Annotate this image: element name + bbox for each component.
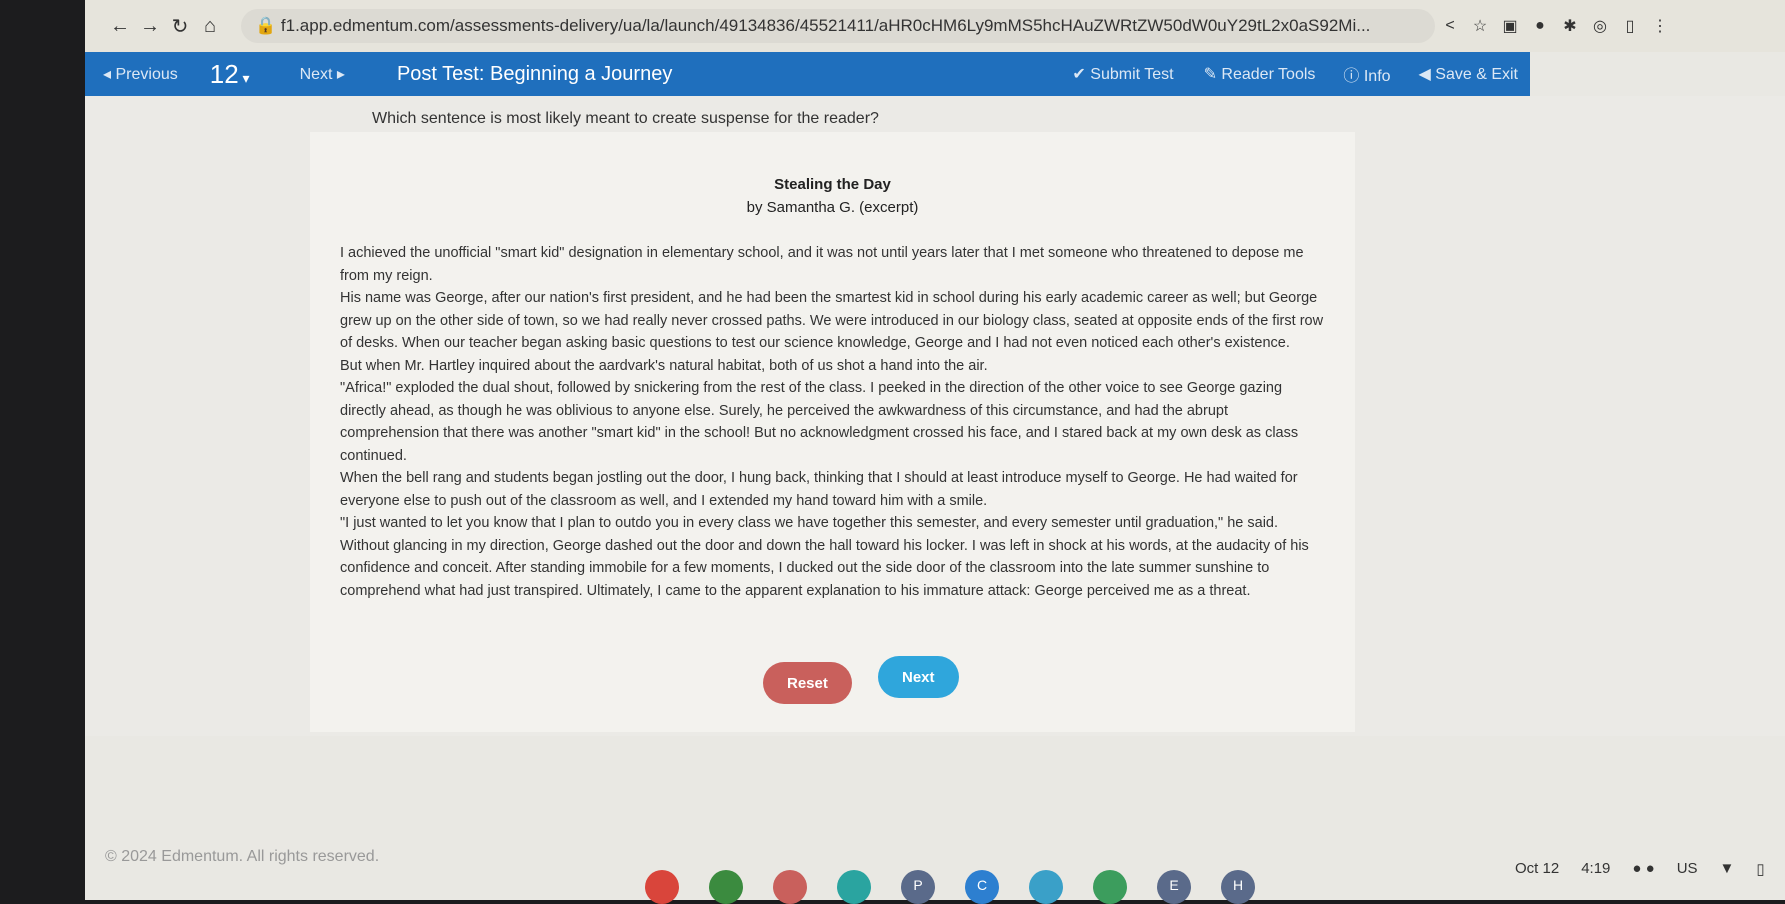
passage-author: by Samantha G. (excerpt) xyxy=(746,199,919,216)
play-store-icon[interactable] xyxy=(1093,870,1127,904)
submit-label: Submit Test xyxy=(1090,66,1174,83)
chrome-app-icon[interactable] xyxy=(645,870,679,904)
sentence-option[interactable]: His name was George, after our nation's … xyxy=(340,287,1325,355)
reader-tools-button[interactable]: ✎ Reader Tools xyxy=(1204,64,1316,84)
info-icon: ⓘ xyxy=(1343,68,1364,85)
screen: ← → ↻ ⌂ 🔒 f1.app.edmentum.com/assessment… xyxy=(85,0,1785,904)
passage-panel: Stealing the Day by Samantha G. (excerpt… xyxy=(310,132,1355,732)
copyright-footer: © 2024 Edmentum. All rights reserved. xyxy=(105,848,380,865)
c-app-icon[interactable]: C xyxy=(965,870,999,904)
puzzle-icon[interactable]: ✱ xyxy=(1555,16,1585,36)
app-icon[interactable] xyxy=(1029,870,1063,904)
sentence-option[interactable]: Without glancing in my direction, George… xyxy=(340,535,1325,603)
input-locale: US xyxy=(1676,860,1698,877)
menu-icon[interactable]: ⋮ xyxy=(1645,16,1675,36)
lock-icon: 🔒 xyxy=(255,16,281,35)
reload-icon[interactable]: ↻ xyxy=(165,14,195,39)
check-icon: ✔ xyxy=(1072,66,1091,83)
sentence-option[interactable]: "Africa!" exploded the dual shout, follo… xyxy=(340,377,1325,467)
info-button[interactable]: ⓘ Info xyxy=(1343,62,1390,86)
sidepanel-icon[interactable]: ▯ xyxy=(1615,16,1645,36)
browser-chrome: ← → ↻ ⌂ 🔒 f1.app.edmentum.com/assessment… xyxy=(85,0,1785,52)
chevron-down-icon: ▾ xyxy=(238,69,250,86)
reader-tools-label: Reader Tools xyxy=(1221,66,1316,83)
reset-button[interactable]: Reset xyxy=(763,662,852,704)
extension-icon[interactable]: ● xyxy=(1525,17,1555,35)
notification-icon: ● ● xyxy=(1632,860,1655,877)
question-selector[interactable]: 12 ▾ xyxy=(210,59,250,90)
pen-icon: ✎ xyxy=(1203,66,1222,83)
previous-label: Previous xyxy=(115,66,178,83)
clock: 4:19 xyxy=(1581,860,1611,877)
app-icon[interactable] xyxy=(773,870,807,904)
next-button[interactable]: Next xyxy=(878,656,959,698)
url-text: f1.app.edmentum.com/assessments-delivery… xyxy=(280,16,1371,35)
test-toolbar: ◂ Previous 12 ▾ Next ▸ Post Test: Beginn… xyxy=(85,52,1530,96)
save-exit-label: Save & Exit xyxy=(1435,66,1518,83)
content-area: Which sentence is most likely meant to c… xyxy=(85,96,1785,736)
test-title: Post Test: Beginning a Journey xyxy=(396,62,673,85)
next-nav-button[interactable]: Next ▸ xyxy=(300,64,345,84)
home-icon[interactable]: ⌂ xyxy=(195,15,225,38)
battery-icon: ▯ xyxy=(1756,861,1765,878)
passage-body: I achieved the unofficial "smart kid" de… xyxy=(340,242,1325,602)
speaker-icon: ◀ xyxy=(1418,66,1436,83)
address-bar[interactable]: 🔒 f1.app.edmentum.com/assessments-delive… xyxy=(241,9,1435,43)
forward-icon[interactable]: → xyxy=(135,15,165,38)
share-icon[interactable]: < xyxy=(1435,17,1465,35)
question-prompt: Which sentence is most likely meant to c… xyxy=(372,110,879,127)
info-label: Info xyxy=(1363,68,1391,85)
classroom-app-icon[interactable] xyxy=(837,870,871,904)
submit-test-button[interactable]: ✔ Submit Test xyxy=(1072,64,1173,84)
sentence-option[interactable]: When the bell rang and students began jo… xyxy=(340,467,1325,512)
system-tray[interactable]: Oct 12 4:19 ● ● US ▼ ▯ xyxy=(1515,860,1765,878)
wifi-icon: ▼ xyxy=(1719,860,1735,877)
back-icon[interactable]: ← xyxy=(105,15,135,38)
download-icon[interactable]: ◎ xyxy=(1585,16,1615,36)
next-label: Next xyxy=(299,66,333,83)
star-icon[interactable]: ☆ xyxy=(1465,16,1495,36)
drive-app-icon[interactable] xyxy=(709,870,743,904)
e-app-icon[interactable]: E xyxy=(1157,870,1191,904)
date: Oct 12 xyxy=(1515,860,1560,877)
question-number: 12 xyxy=(209,58,239,89)
sentence-option[interactable]: "I just wanted to let you know that I pl… xyxy=(340,512,1325,535)
h-app-icon[interactable]: H xyxy=(1221,870,1255,904)
previous-button[interactable]: ◂ Previous xyxy=(103,64,178,84)
app-shelf: P C E H xyxy=(645,870,1255,904)
sentence-option[interactable]: I achieved the unofficial "smart kid" de… xyxy=(340,242,1325,287)
sentence-option[interactable]: But when Mr. Hartley inquired about the … xyxy=(340,355,1325,378)
extension-icon[interactable]: ▣ xyxy=(1495,16,1525,36)
passage-title: Stealing the Day xyxy=(774,176,891,193)
p-app-icon[interactable]: P xyxy=(901,870,935,904)
save-exit-button[interactable]: ◀ Save & Exit xyxy=(1419,64,1518,84)
